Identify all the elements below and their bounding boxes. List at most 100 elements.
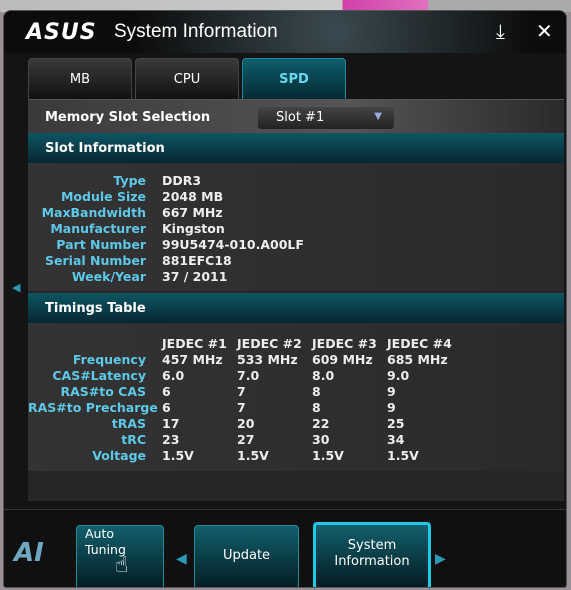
scroll-left-icon[interactable]: ◀ <box>176 551 187 567</box>
timings-corner <box>28 336 162 352</box>
timings-column-header: JEDEC #3 <box>312 336 377 351</box>
timings-cell: 7 <box>237 400 246 415</box>
timings-row: tRC 23 27 30 34 <box>28 432 564 448</box>
slot-info-value: 2048 MB <box>162 189 224 204</box>
auto-tuning-button[interactable]: Auto Tuning ☝ <box>76 525 164 587</box>
timings-cell: 8 <box>312 384 321 399</box>
timings-table-header: Timings Table <box>28 293 564 323</box>
timings-cell: 7 <box>237 384 246 399</box>
timings-cell: 6.0 <box>162 368 185 383</box>
timings-cell: 1.5V <box>387 448 419 463</box>
timings-row: CAS#Latency 6.0 7.0 8.0 9.0 <box>28 368 564 384</box>
timings-cell: 8 <box>312 400 321 415</box>
left-arrow-icon[interactable]: ◀ <box>12 281 20 294</box>
timings-cell: 34 <box>387 432 405 447</box>
timings-row: tRAS 17 20 22 25 <box>28 416 564 432</box>
slot-info-row: MaxBandwidth 667 MHz <box>28 205 564 221</box>
slot-info-value: 37 / 2011 <box>162 269 228 284</box>
timings-cell: 17 <box>162 416 180 431</box>
system-information-label-line1: System <box>347 538 397 553</box>
slot-information-header: Slot Information <box>28 133 564 163</box>
timings-row: Voltage 1.5V 1.5V 1.5V 1.5V <box>28 448 564 464</box>
tab-cpu[interactable]: CPU <box>135 58 239 99</box>
system-information-window: ASUS System Information ⤓ ✕ MB CPU SPD ◀… <box>3 10 567 588</box>
slot-info-key: Serial Number <box>45 253 146 268</box>
timings-cell: 22 <box>312 416 330 431</box>
timings-cell: 7.0 <box>237 368 260 383</box>
timings-row: Frequency 457 MHz 533 MHz 609 MHz 685 MHz <box>28 352 564 368</box>
timings-column-header: JEDEC #1 <box>162 336 227 351</box>
timings-cell: 25 <box>387 416 405 431</box>
timings-cell: 23 <box>162 432 180 447</box>
timings-cell: 6 <box>162 400 171 415</box>
timings-column-header: JEDEC #2 <box>237 336 302 351</box>
slot-info-row: Manufacturer Kingston <box>28 221 564 237</box>
slot-dropdown[interactable]: Slot #1 ▼ <box>258 107 394 129</box>
timings-cell: 1.5V <box>237 448 269 463</box>
timings-header-row: JEDEC #1 JEDEC #2 JEDEC #3 JEDEC #4 <box>28 336 564 352</box>
download-icon[interactable]: ⤓ <box>496 19 505 43</box>
timings-cell: 1.5V <box>162 448 194 463</box>
slot-information-table: Type DDR3 Module Size 2048 MB MaxBandwidth 66… <box>28 163 564 291</box>
timings-key: RAS#to CAS <box>60 384 146 399</box>
timings-column-header: JEDEC #4 <box>387 336 452 351</box>
slot-info-row: Type DDR3 <box>28 173 564 189</box>
timings-cell: 27 <box>237 432 255 447</box>
title-bar: ASUS System Information ⤓ ✕ <box>4 11 566 53</box>
slot-info-value: 99U5474-010.A00LF <box>162 237 304 252</box>
slot-info-key: Part Number <box>56 237 146 252</box>
bottom-bar: AI Auto Tuning ☝ ◀ Update System Informatio… <box>4 509 566 587</box>
timings-cell: 533 MHz <box>237 352 298 367</box>
timings-cell: 9 <box>387 384 396 399</box>
slot-info-row: Part Number 99U5474-010.A00LF <box>28 237 564 253</box>
memory-slot-label: Memory Slot Selection <box>45 110 211 125</box>
system-information-button[interactable]: System Information <box>313 522 431 587</box>
timings-cell: 9.0 <box>387 368 410 383</box>
timings-key: tRC <box>121 432 146 447</box>
slot-info-key: MaxBandwidth <box>41 205 146 220</box>
ai-suite-logo: AI <box>14 538 44 568</box>
chevron-down-icon: ▼ <box>374 111 382 122</box>
timings-key: CAS#Latency <box>52 368 146 383</box>
slot-info-key: Type <box>113 173 146 188</box>
tab-mb[interactable]: MB <box>28 58 132 99</box>
update-button[interactable]: Update <box>194 525 299 587</box>
slot-info-value: DDR3 <box>162 173 202 188</box>
close-icon[interactable]: ✕ <box>536 19 553 43</box>
slot-info-row: Serial Number 881EFC18 <box>28 253 564 269</box>
timings-cell: 457 MHz <box>162 352 223 367</box>
tab-spd[interactable]: SPD <box>242 58 346 99</box>
spd-panel: Memory Slot Selection Slot #1 ▼ Slot Info… <box>28 99 564 501</box>
asus-logo: ASUS <box>26 20 97 45</box>
timings-key: RAS#to Precharge <box>28 400 158 415</box>
hand-pointer-icon: ☝ <box>115 553 129 578</box>
system-information-label-line2: Information <box>334 554 410 569</box>
tab-bar: MB CPU SPD <box>28 58 346 99</box>
timings-cell: 9 <box>387 400 396 415</box>
slot-info-value: 881EFC18 <box>162 253 232 268</box>
slot-dropdown-value: Slot #1 <box>276 110 325 125</box>
memory-slot-selection: Memory Slot Selection Slot #1 ▼ <box>28 99 564 133</box>
slot-info-row: Week/Year 37 / 2011 <box>28 269 564 285</box>
slot-info-value: Kingston <box>162 221 225 236</box>
auto-tuning-label-line1: Auto <box>85 526 115 541</box>
slot-info-key: Module Size <box>60 189 146 204</box>
timings-cell: 6 <box>162 384 171 399</box>
timings-row: RAS#to CAS 6 7 8 9 <box>28 384 564 400</box>
slot-info-row: Module Size 2048 MB <box>28 189 564 205</box>
timings-key: tRAS <box>111 416 146 431</box>
timings-cell: 20 <box>237 416 255 431</box>
timings-cell: 1.5V <box>312 448 344 463</box>
timings-cell: 30 <box>312 432 330 447</box>
slot-info-key: Week/Year <box>71 269 146 284</box>
timings-key: Frequency <box>72 352 146 367</box>
slot-info-value: 667 MHz <box>162 205 223 220</box>
timings-table: JEDEC #1 JEDEC #2 JEDEC #3 JEDEC #4 Frequenc… <box>28 323 564 471</box>
timings-cell: 609 MHz <box>312 352 373 367</box>
scroll-right-icon[interactable]: ▶ <box>435 551 446 567</box>
timings-cell: 685 MHz <box>387 352 448 367</box>
slot-info-key: Manufacturer <box>50 221 146 236</box>
timings-key: Voltage <box>92 448 146 463</box>
timings-row: RAS#to Precharge 6 7 8 9 <box>28 400 564 416</box>
window-title: System Information <box>114 21 278 42</box>
